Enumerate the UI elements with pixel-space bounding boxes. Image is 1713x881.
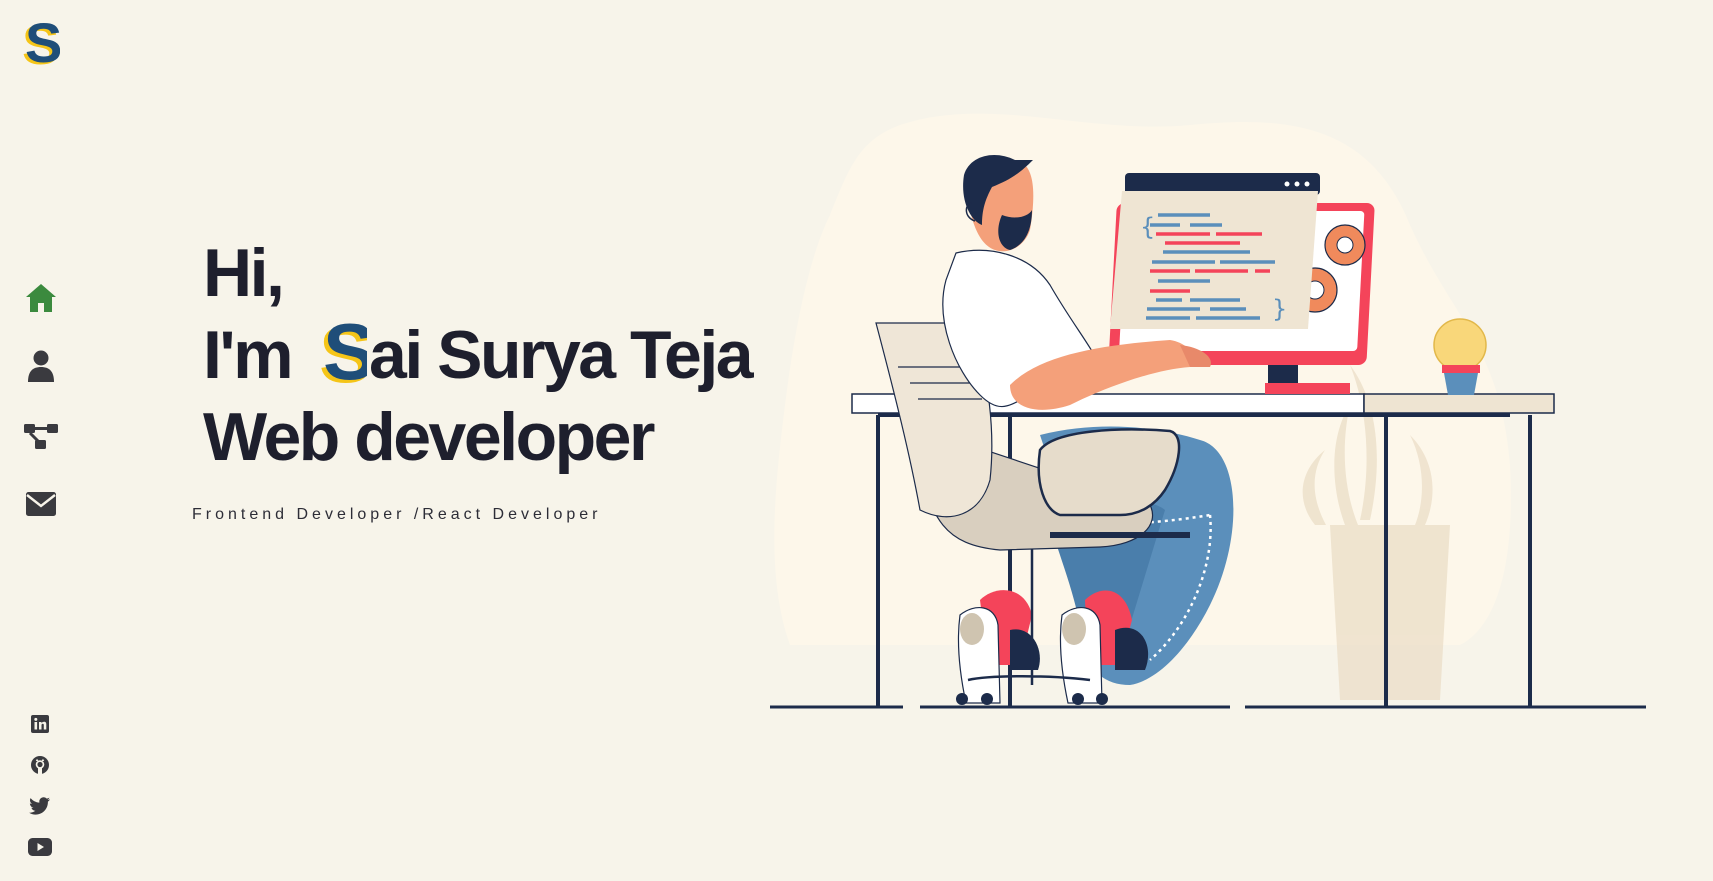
envelope-icon	[26, 492, 56, 516]
youtube-link[interactable]	[28, 835, 52, 859]
twitter-link[interactable]	[28, 794, 52, 818]
hero-heading: Hi, I'm S S ai Surya Teja Web developer	[203, 232, 754, 478]
nav-about-button[interactable]	[20, 346, 62, 386]
nav-skills-button[interactable]	[20, 416, 62, 456]
youtube-icon	[28, 838, 52, 856]
svg-text:S: S	[323, 310, 367, 390]
network-icon	[24, 424, 58, 449]
linkedin-link[interactable]	[28, 712, 52, 736]
hero-role: Web developer	[203, 399, 655, 475]
hero-name: ai Surya Teja	[369, 317, 754, 393]
hero-greeting: Hi,	[203, 235, 285, 311]
linkedin-icon	[31, 715, 49, 733]
github-link[interactable]	[28, 753, 52, 777]
home-icon	[26, 284, 56, 312]
svg-text:{: {	[1140, 213, 1155, 241]
developer-at-desk-illustration: { }	[768, 105, 1650, 725]
sidebar: S S	[0, 0, 82, 881]
github-icon	[31, 756, 49, 774]
svg-text:S: S	[25, 12, 60, 70]
hero-name-line: I'm S S ai Surya Teja	[203, 307, 754, 399]
hero-subtitle: Frontend Developer /React Developer	[192, 506, 602, 523]
svg-text:}: }	[1272, 295, 1287, 323]
user-icon	[28, 350, 54, 382]
nav-home-button[interactable]	[20, 278, 62, 318]
nav-contact-button[interactable]	[20, 484, 62, 524]
twitter-icon	[29, 797, 50, 815]
s-logo-icon: S S	[319, 307, 377, 399]
s-logo-icon[interactable]: S S	[20, 11, 62, 76]
hero-intro-prefix: I'm	[203, 317, 294, 393]
